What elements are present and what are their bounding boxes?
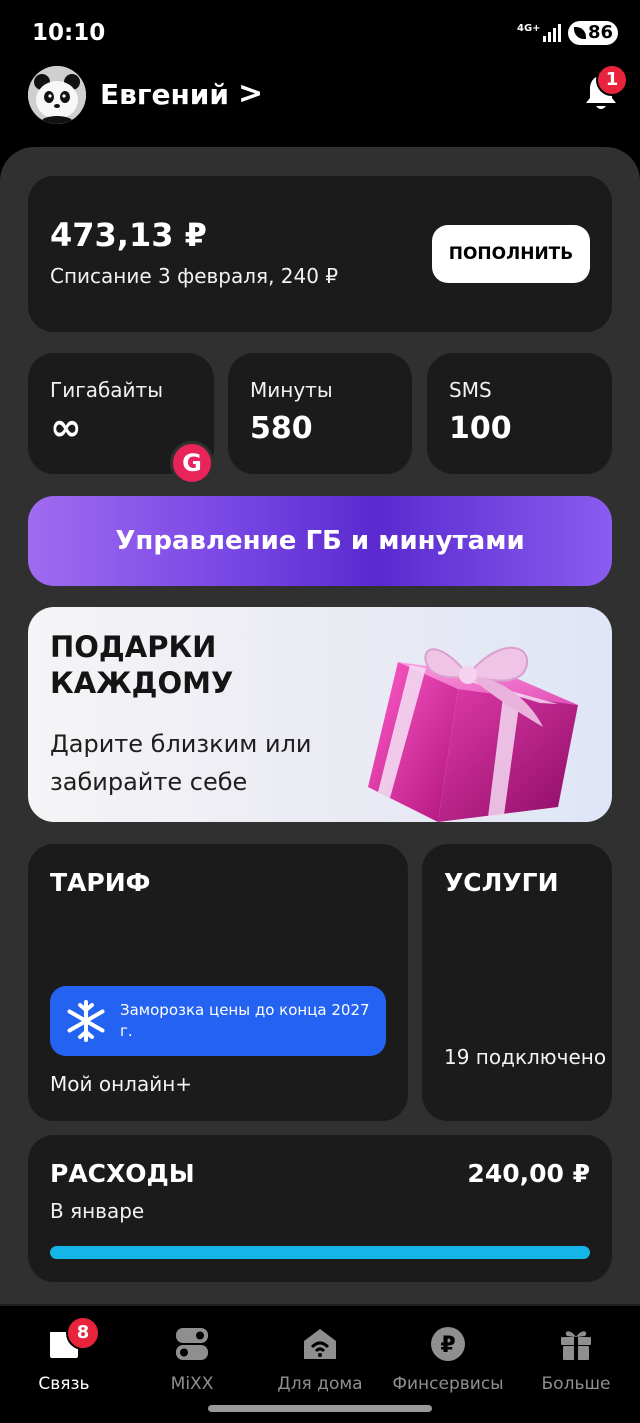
nav-label-mixx: MiXX xyxy=(170,1374,214,1394)
svg-text:₽: ₽ xyxy=(440,1333,455,1358)
tariff-card[interactable]: ТАРИФ Заморозка цены до конца 2027 г. Мо… xyxy=(28,844,408,1121)
chevron-right-icon[interactable]: > xyxy=(238,76,263,111)
tariff-name: Мой онлайн+ xyxy=(50,1072,193,1096)
home-wifi-icon xyxy=(304,1329,336,1359)
avatar[interactable] xyxy=(28,66,86,124)
sms-card[interactable]: SMS 100 xyxy=(427,353,612,474)
expenses-progress-bar xyxy=(50,1246,590,1259)
expenses-progress-fill xyxy=(50,1246,590,1259)
services-heading: УСЛУГИ xyxy=(444,868,559,897)
snowflake-icon xyxy=(67,1000,105,1042)
status-time: 10:10 xyxy=(32,20,106,46)
gifts-promo-banner[interactable]: ПОДАРКИ КАЖДОМУ Дарите близким или забир… xyxy=(28,607,612,822)
battery-level: 86 xyxy=(587,22,613,43)
home-indicator[interactable] xyxy=(208,1405,432,1412)
status-bar: 10:10 4G+ 86 xyxy=(0,0,640,64)
promo-title: ПОДАРКИ КАЖДОМУ xyxy=(50,630,234,700)
balance-card[interactable]: 473,13 ₽ Списание 3 февраля, 240 ₽ ПОПОЛ… xyxy=(28,176,612,332)
sms-label: SMS xyxy=(449,378,492,402)
expenses-amount: 240,00 ₽ xyxy=(467,1159,590,1188)
network-type: 4G+ xyxy=(517,23,541,34)
g-badge-icon: G xyxy=(170,441,214,485)
expenses-card[interactable]: РАСХОДЫ 240,00 ₽ В январе xyxy=(28,1135,612,1282)
tariff-heading: ТАРИФ xyxy=(50,868,151,897)
signal-icon xyxy=(543,24,561,42)
mixx-icon xyxy=(176,1328,208,1360)
ruble-icon: ₽ xyxy=(431,1327,465,1361)
manage-gb-minutes-button[interactable]: Управление ГБ и минутами xyxy=(28,496,612,586)
notification-badge: 1 xyxy=(596,64,628,96)
minutes-card[interactable]: Минуты 580 xyxy=(228,353,412,474)
nav-badge: 8 xyxy=(66,1316,100,1350)
nav-item-home[interactable]: Для дома xyxy=(256,1322,384,1394)
price-freeze-text: Заморозка цены до конца 2027 г. xyxy=(120,1001,370,1040)
nav-label-home: Для дома xyxy=(277,1374,363,1394)
promo-text: Дарите близким или забирайте себе xyxy=(50,730,312,796)
gigabytes-label: Гигабайты xyxy=(50,378,163,402)
services-count: 19 подключено xyxy=(444,1045,607,1069)
sms-value: 100 xyxy=(449,411,512,446)
charge-note: Списание 3 февраля, 240 ₽ xyxy=(50,264,339,288)
nav-label-more: Больше xyxy=(541,1374,611,1394)
nav-item-svyaz[interactable]: 8 Связь xyxy=(0,1316,128,1394)
minutes-value: 580 xyxy=(250,411,313,446)
nav-item-mixx[interactable]: MiXX xyxy=(128,1322,256,1394)
services-card[interactable]: УСЛУГИ 19 подключено xyxy=(422,844,612,1121)
gift-icon xyxy=(561,1331,591,1360)
minutes-label: Минуты xyxy=(250,378,333,402)
battery-indicator: 86 xyxy=(568,21,618,45)
expenses-heading: РАСХОДЫ xyxy=(50,1159,195,1188)
gigabytes-value: ∞ xyxy=(50,405,82,449)
nav-item-more[interactable]: Больше xyxy=(512,1322,640,1394)
main-panel: 473,13 ₽ Списание 3 февраля, 240 ₽ ПОПОЛ… xyxy=(0,147,640,1307)
nav-label-svyaz: Связь xyxy=(38,1374,90,1394)
panda-avatar-icon xyxy=(28,66,86,124)
eco-leaf-icon xyxy=(574,27,586,39)
nav-label-finservices: Финсервисы xyxy=(392,1374,504,1394)
nav-item-finservices[interactable]: ₽ Финсервисы xyxy=(384,1322,512,1394)
app-header: Евгений > 1 xyxy=(0,64,640,148)
price-freeze-badge: Заморозка цены до конца 2027 г. xyxy=(50,986,386,1056)
balance-amount: 473,13 ₽ xyxy=(50,216,207,254)
user-name[interactable]: Евгений xyxy=(100,78,229,111)
gift-box-image xyxy=(368,646,578,822)
expenses-period: В январе xyxy=(50,1199,145,1223)
topup-button[interactable]: ПОПОЛНИТЬ xyxy=(432,225,590,283)
